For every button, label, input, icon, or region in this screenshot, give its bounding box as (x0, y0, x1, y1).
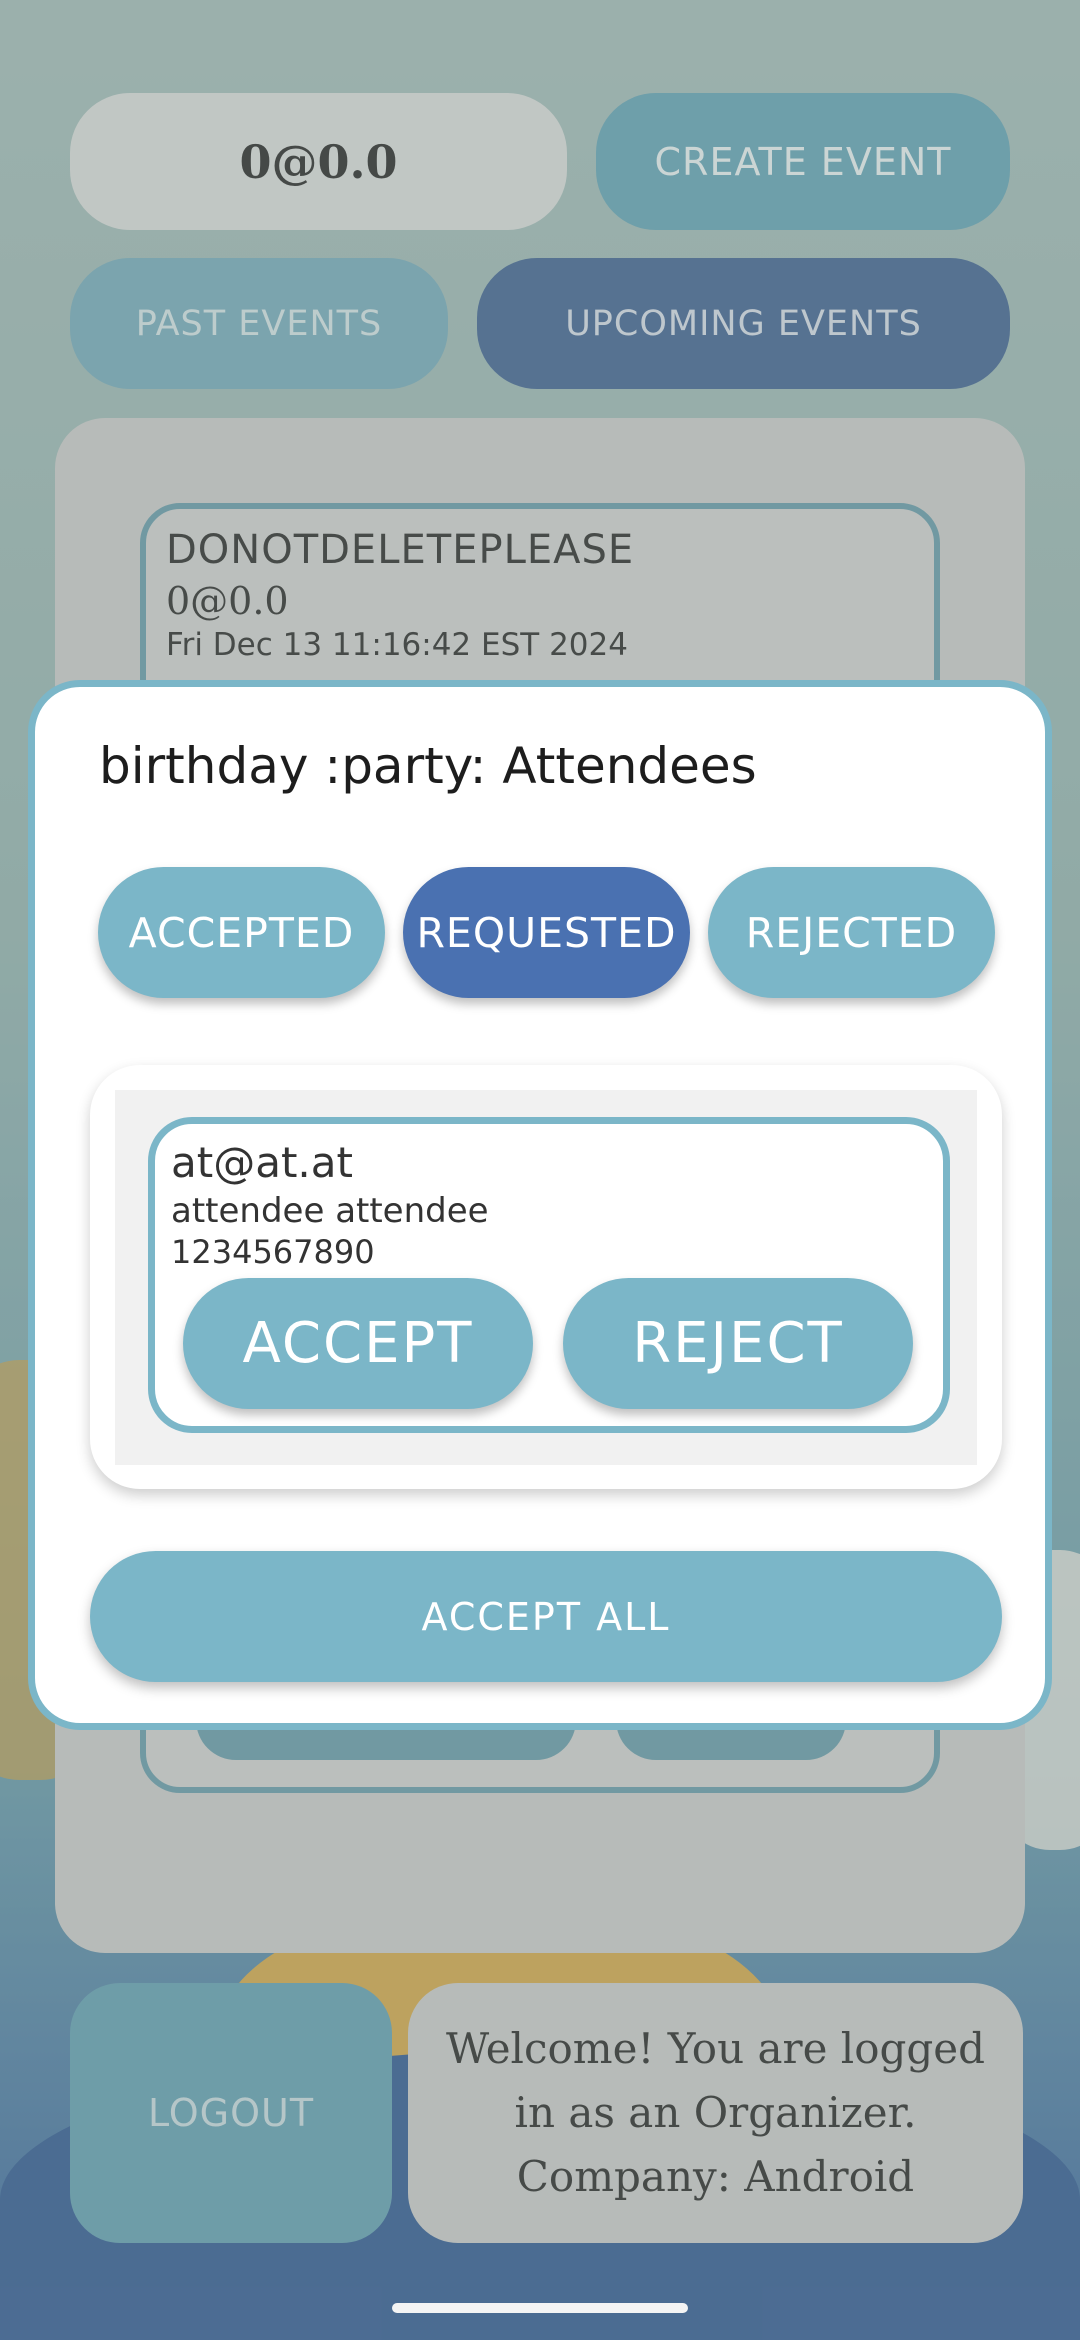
gesture-home-bar[interactable] (392, 2303, 688, 2313)
attendee-card: at@at.at attendee attendee 1234567890 AC… (148, 1117, 950, 1433)
attendee-phone: 1234567890 (171, 1233, 375, 1271)
attendee-name: attendee attendee (171, 1191, 489, 1231)
attendee-list: at@at.at attendee attendee 1234567890 AC… (90, 1065, 1002, 1489)
attendees-dialog: birthday :party: Attendees ACCEPTED REQU… (28, 680, 1052, 1730)
accept-all-button[interactable]: ACCEPT ALL (90, 1551, 1002, 1682)
reject-button[interactable]: REJECT (563, 1278, 913, 1409)
accept-button[interactable]: ACCEPT (183, 1278, 533, 1409)
attendee-email: at@at.at (171, 1138, 353, 1187)
tab-rejected[interactable]: REJECTED (708, 867, 995, 998)
dialog-title: birthday :party: Attendees (99, 737, 757, 795)
tab-accepted[interactable]: ACCEPTED (98, 867, 385, 998)
tab-requested[interactable]: REQUESTED (403, 867, 690, 998)
